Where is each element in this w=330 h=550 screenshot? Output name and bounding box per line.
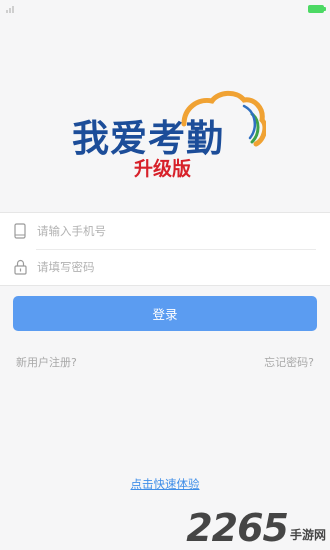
phone-field[interactable]	[0, 213, 330, 249]
watermark-number: 2265	[186, 506, 289, 550]
password-input[interactable]	[37, 260, 287, 274]
watermark: 2265 手游网	[170, 498, 330, 548]
forgot-password-link[interactable]: 忘记密码?	[264, 354, 314, 370]
lock-icon	[13, 259, 27, 275]
signal-icon	[6, 5, 14, 13]
register-link[interactable]: 新用户注册?	[16, 354, 77, 370]
status-right	[308, 5, 326, 13]
password-field[interactable]	[0, 249, 330, 285]
status-bar	[0, 0, 330, 18]
battery-icon	[308, 5, 326, 13]
logo-subtitle: 升级版	[134, 158, 192, 180]
login-button[interactable]: 登录	[13, 296, 317, 331]
quick-try-link[interactable]: 点击快速体验	[0, 476, 330, 492]
watermark-text: 手游网	[289, 528, 326, 542]
login-form	[0, 212, 330, 286]
app-logo: 我爱考勤 升级版	[66, 90, 266, 185]
status-left	[6, 5, 14, 13]
phone-icon	[13, 223, 27, 239]
phone-input[interactable]	[37, 224, 287, 238]
